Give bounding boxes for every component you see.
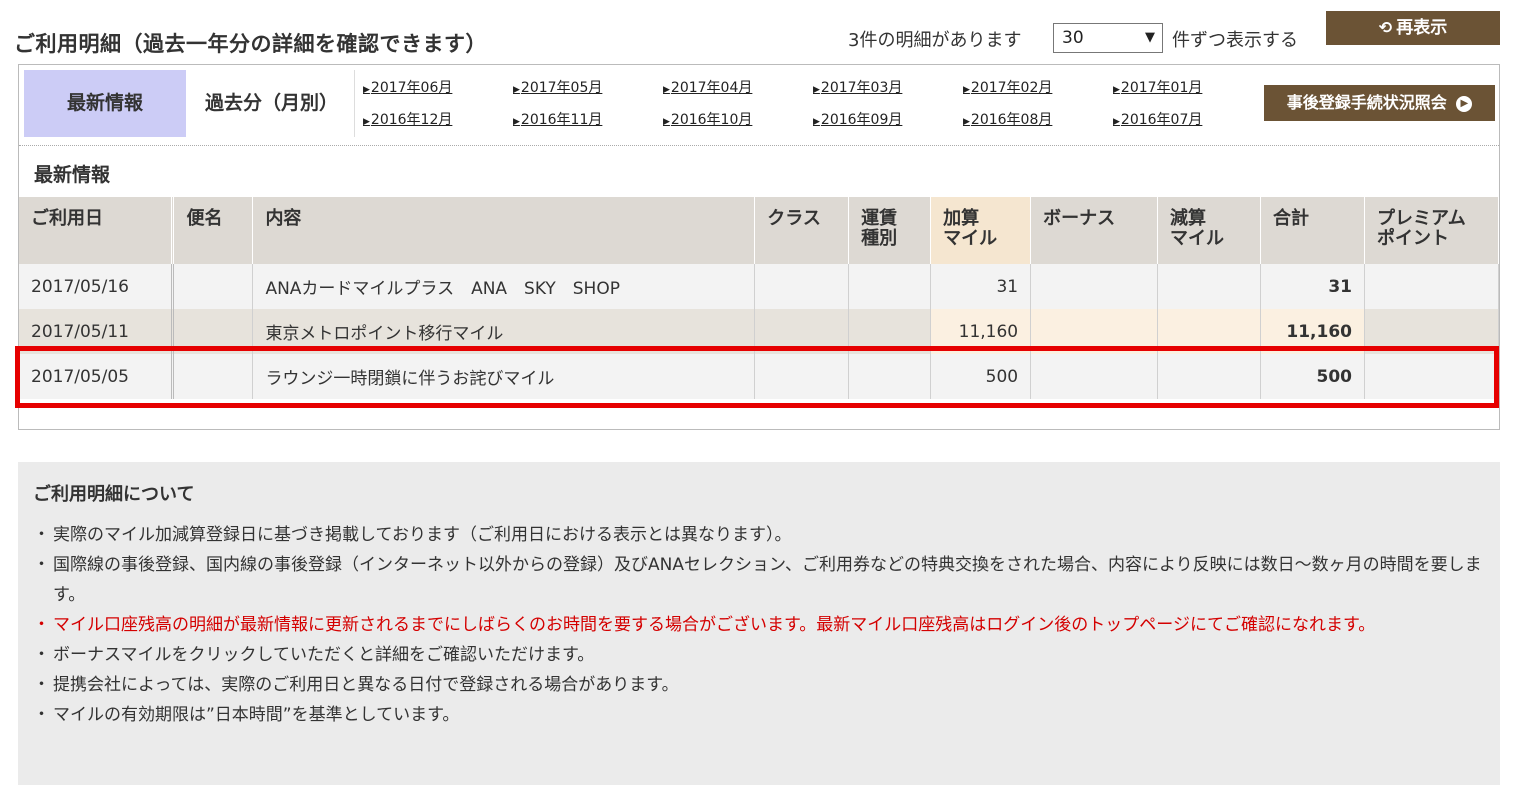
month-link-2016-08[interactable]: ▶2016年08月 xyxy=(963,109,1052,129)
cell-date: 2017/05/16 xyxy=(19,264,175,309)
month-link-2017-03[interactable]: ▶2017年03月 xyxy=(813,77,902,97)
triangle-right-icon: ▶ xyxy=(513,85,520,95)
arrow-circle-right-icon: ▶ xyxy=(1456,95,1473,112)
cell-content: ANAカードマイルプラス ANA SKY SHOP xyxy=(252,264,756,309)
triangle-right-icon: ▶ xyxy=(663,117,670,127)
col-header-added-miles: 加算 マイル xyxy=(930,197,1032,264)
post-reg-label: 事後登録手続状況照会 xyxy=(1286,93,1447,112)
triangle-right-icon: ▶ xyxy=(813,117,820,127)
month-link-2016-12[interactable]: ▶2016年12月 xyxy=(363,109,452,129)
notes-box: ご利用明細について 実際のマイル加減算登録日に基づき掲載しております（ご利用日に… xyxy=(18,462,1500,785)
triangle-right-icon: ▶ xyxy=(363,117,370,127)
note-item: 実際のマイル加減算登録日に基づき掲載しております（ご利用日における表示とは異なり… xyxy=(33,520,1485,550)
cell-fare xyxy=(848,264,932,309)
cell-class xyxy=(754,264,850,309)
cell-added: 31 xyxy=(930,264,1032,309)
col-header-fare-type: 運賃 種別 xyxy=(848,197,932,264)
divider xyxy=(19,145,1499,146)
note-item: 国際線の事後登録、国内線の事後登録（インターネット以外からの登録）及びANAセレ… xyxy=(33,550,1485,610)
month-link-2016-11[interactable]: ▶2016年11月 xyxy=(513,109,602,129)
triangle-right-icon: ▶ xyxy=(513,117,520,127)
tab-past-monthly[interactable]: 過去分（月別） xyxy=(189,70,355,137)
cell-total: 31 xyxy=(1260,264,1365,309)
month-link-2017-05[interactable]: ▶2017年05月 xyxy=(513,77,602,97)
note-item-warning: マイル口座残高の明細が最新情報に更新されるまでにしばらくのお時間を要する場合がご… xyxy=(33,610,1485,640)
result-count: 3件の明細があります xyxy=(848,30,1022,51)
note-item: ボーナスマイルをクリックしていただくと詳細をご確認いただけます。 xyxy=(33,640,1485,670)
table-row: 2017/05/16 ANAカードマイルプラス ANA SKY SHOP 31 … xyxy=(19,264,1500,309)
col-header-subtracted-miles: 減算 マイル xyxy=(1157,197,1261,264)
month-link-2017-06[interactable]: ▶2017年06月 xyxy=(363,77,452,97)
month-link-2016-07[interactable]: ▶2016年07月 xyxy=(1113,109,1202,129)
per-page-suffix: 件ずつ表示する xyxy=(1172,30,1298,51)
note-item: マイルの有効期限は”日本時間”を基準としています。 xyxy=(33,700,1485,730)
post-registration-status-button[interactable]: 事後登録手続状況照会 ▶ xyxy=(1264,85,1495,121)
refresh-icon: ⟲ xyxy=(1378,18,1393,37)
cell-subtracted xyxy=(1157,264,1261,309)
col-header-flight: 便名 xyxy=(172,197,254,264)
cell-bonus xyxy=(1030,264,1159,309)
col-header-class: クラス xyxy=(754,197,850,264)
triangle-right-icon: ▶ xyxy=(963,85,970,95)
section-heading: 最新情報 xyxy=(34,164,111,186)
col-header-date: ご利用日 xyxy=(19,197,175,264)
col-header-bonus: ボーナス xyxy=(1030,197,1159,264)
page-title: ご利用明細（過去一年分の詳細を確認できます） xyxy=(14,32,487,56)
triangle-right-icon: ▶ xyxy=(1113,85,1120,95)
col-header-content: 内容 xyxy=(252,197,756,264)
col-header-total: 合計 xyxy=(1260,197,1365,264)
tab-latest[interactable]: 最新情報 xyxy=(24,70,186,137)
per-page-value: 30 xyxy=(1062,28,1084,48)
col-header-premium-points: プレミアム ポイント xyxy=(1364,197,1500,264)
triangle-right-icon: ▶ xyxy=(663,85,670,95)
triangle-right-icon: ▶ xyxy=(813,85,820,95)
month-link-2016-10[interactable]: ▶2016年10月 xyxy=(663,109,752,129)
month-link-2017-01[interactable]: ▶2017年01月 xyxy=(1113,77,1202,97)
chevron-down-icon: ▼ xyxy=(1145,30,1155,45)
triangle-right-icon: ▶ xyxy=(363,85,370,95)
cell-premium xyxy=(1364,264,1500,309)
month-link-2017-04[interactable]: ▶2017年04月 xyxy=(663,77,752,97)
note-item: 提携会社によっては、実際のご利用日と異なる日付で登録される場合があります。 xyxy=(33,670,1485,700)
notes-heading: ご利用明細について xyxy=(33,484,195,505)
highlight-box xyxy=(15,346,1499,408)
month-link-2017-02[interactable]: ▶2017年02月 xyxy=(963,77,1052,97)
redisplay-label: 再表示 xyxy=(1396,18,1448,38)
redisplay-button[interactable]: ⟲ 再表示 xyxy=(1326,11,1500,45)
table-header-row: ご利用日 便名 内容 クラス 運賃 種別 加算 マイル ボーナス 減算 マイル 合計 … xyxy=(19,197,1500,264)
triangle-right-icon: ▶ xyxy=(1113,117,1120,127)
triangle-right-icon: ▶ xyxy=(963,117,970,127)
month-link-2016-09[interactable]: ▶2016年09月 xyxy=(813,109,902,129)
cell-flight xyxy=(172,264,254,309)
per-page-select[interactable]: 30 ▼ xyxy=(1053,23,1163,53)
